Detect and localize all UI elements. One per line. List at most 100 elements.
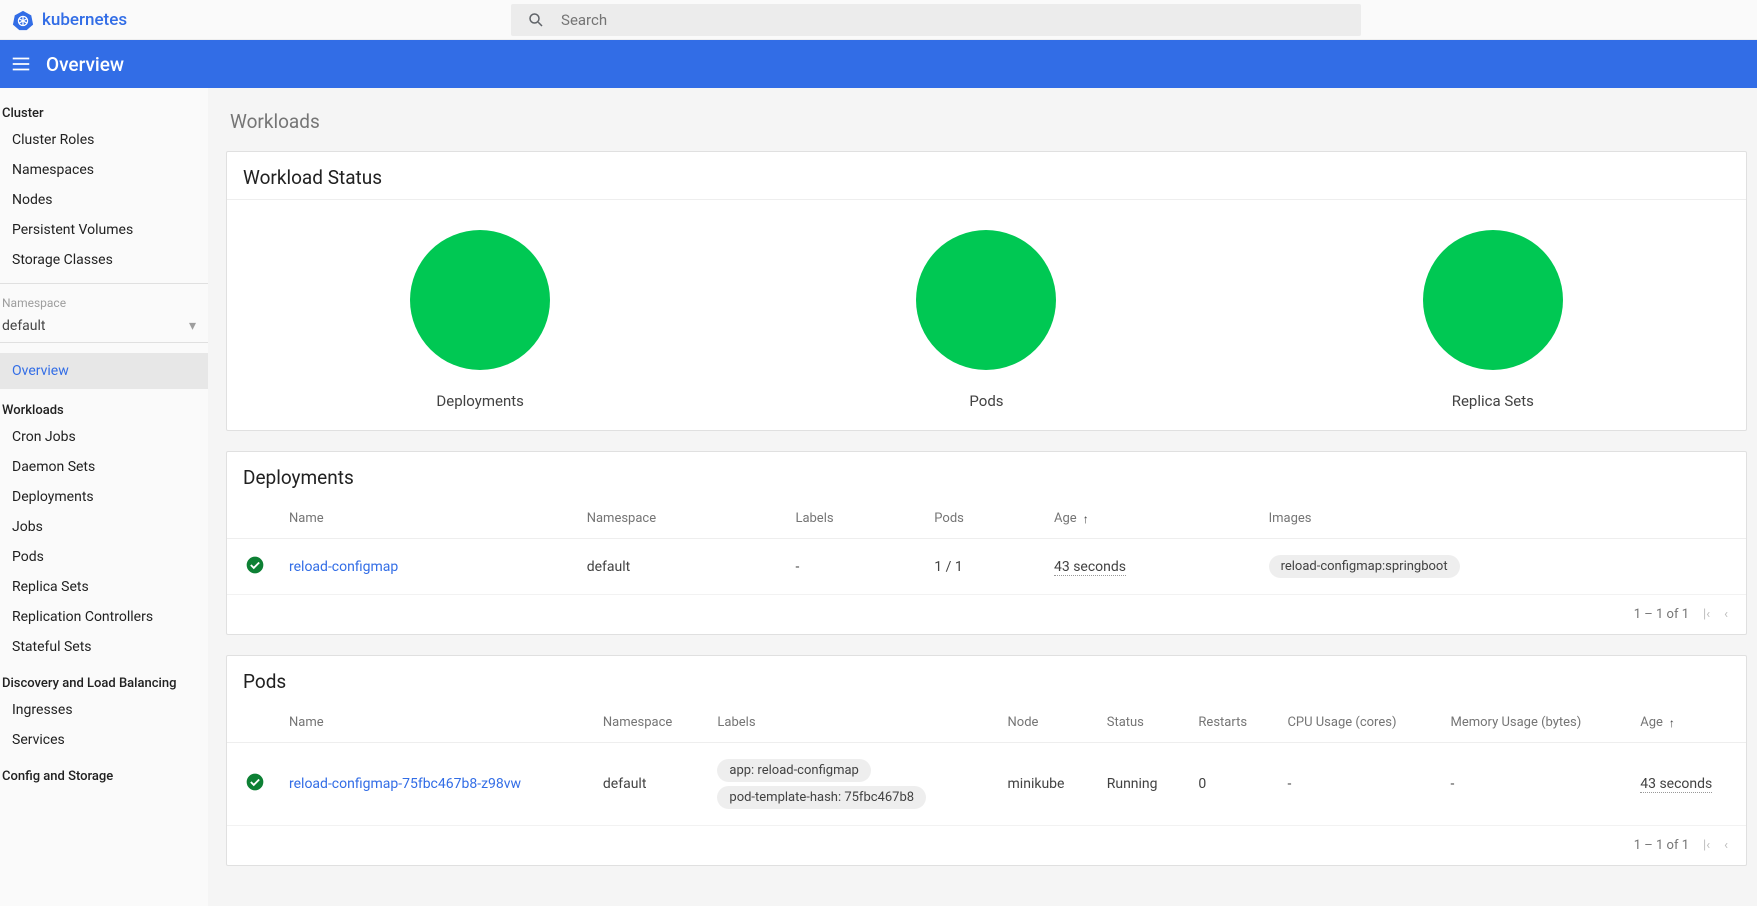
status-pods: Pods (916, 230, 1056, 410)
sidebar-item-namespaces[interactable]: Namespaces (0, 155, 208, 185)
status-replica-sets: Replica Sets (1423, 230, 1563, 410)
sidebar-item-daemon-sets[interactable]: Daemon Sets (0, 452, 208, 482)
pager-first-icon[interactable]: |‹ (1703, 607, 1710, 622)
pods-card: Pods Name Namespace Labels Node Status R… (226, 655, 1747, 866)
pod-node: minikube (996, 743, 1095, 826)
pod-col-cpu[interactable]: CPU Usage (cores) (1275, 703, 1438, 743)
sidebar-item-jobs[interactable]: Jobs (0, 512, 208, 542)
sidebar-item-replication-controllers[interactable]: Replication Controllers (0, 602, 208, 632)
sidebar: Cluster Cluster Roles Namespaces Nodes P… (0, 88, 208, 906)
pod-label-chip: app: reload-configmap (717, 759, 870, 782)
sb-heading-cluster: Cluster (0, 98, 208, 125)
sort-asc-icon: ↑ (1083, 512, 1089, 526)
dep-col-namespace[interactable]: Namespace (575, 499, 784, 539)
sidebar-item-overview[interactable]: Overview (0, 353, 208, 389)
pod-col-restarts[interactable]: Restarts (1186, 703, 1275, 743)
kubernetes-icon (12, 9, 34, 31)
pod-col-node[interactable]: Node (996, 703, 1095, 743)
deployments-table: Name Namespace Labels Pods Age↑ Images r… (227, 499, 1746, 595)
table-row: reload-configmap default - 1 / 1 43 seco… (227, 539, 1746, 595)
pod-labels: app: reload-configmap pod-template-hash:… (705, 743, 995, 826)
sidebar-item-persistent-volumes[interactable]: Persistent Volumes (0, 215, 208, 245)
chevron-down-icon: ▾ (189, 318, 196, 334)
workload-status-title: Workload Status (227, 152, 1746, 199)
sidebar-item-ingresses[interactable]: Ingresses (0, 695, 208, 725)
table-row: reload-configmap-75fbc467b8-z98vw defaul… (227, 743, 1746, 826)
menu-icon[interactable] (10, 53, 32, 75)
pager-prev-icon[interactable]: ‹ (1724, 838, 1728, 853)
sidebar-item-nodes[interactable]: Nodes (0, 185, 208, 215)
sb-heading-config-storage: Config and Storage (0, 755, 208, 788)
status-circle-replica-sets (1423, 230, 1563, 370)
deployments-pager: 1 – 1 of 1 |‹ ‹ (227, 595, 1746, 634)
search-box[interactable] (511, 4, 1361, 36)
pod-namespace: default (591, 743, 706, 826)
dep-namespace: default (575, 539, 784, 595)
pager-text: 1 – 1 of 1 (1634, 838, 1689, 853)
pager-prev-icon[interactable]: ‹ (1724, 607, 1728, 622)
dep-col-name[interactable]: Name (277, 499, 575, 539)
search-input[interactable] (561, 11, 1345, 29)
status-label-pods: Pods (969, 392, 1003, 410)
pod-col-mem[interactable]: Memory Usage (bytes) (1439, 703, 1629, 743)
pod-col-age[interactable]: Age↑ (1628, 703, 1746, 743)
sidebar-item-stateful-sets[interactable]: Stateful Sets (0, 632, 208, 662)
dep-col-age[interactable]: Age↑ (1042, 499, 1257, 539)
pod-status: Running (1095, 743, 1187, 826)
sb-namespace-label: Namespace (0, 290, 208, 312)
pod-col-name[interactable]: Name (277, 703, 591, 743)
sidebar-item-replica-sets[interactable]: Replica Sets (0, 572, 208, 602)
status-ok-icon (245, 772, 265, 792)
status-circle-pods (916, 230, 1056, 370)
pod-link[interactable]: reload-configmap-75fbc467b8-z98vw (289, 776, 521, 792)
pager-first-icon[interactable]: |‹ (1703, 838, 1710, 853)
pod-age: 43 seconds (1640, 776, 1712, 793)
pod-col-status[interactable]: Status (1095, 703, 1187, 743)
main: Workloads Workload Status Deployments Po… (208, 88, 1757, 906)
status-deployments: Deployments (410, 230, 550, 410)
page-title: Workloads (230, 110, 1747, 133)
sort-asc-icon: ↑ (1669, 716, 1675, 730)
deployments-card: Deployments Name Namespace Labels Pods A… (226, 451, 1747, 635)
pods-table: Name Namespace Labels Node Status Restar… (227, 703, 1746, 826)
sb-heading-dlb: Discovery and Load Balancing (0, 662, 208, 695)
logo-text: kubernetes (42, 10, 127, 30)
status-ok-icon (245, 555, 265, 575)
pod-cpu: - (1275, 743, 1438, 826)
pod-label-chip: pod-template-hash: 75fbc467b8 (717, 786, 926, 809)
breadcrumb-overview[interactable]: Overview (46, 53, 124, 76)
deployments-title: Deployments (227, 452, 1746, 499)
dep-labels: - (783, 539, 922, 595)
deployment-link[interactable]: reload-configmap (289, 559, 398, 575)
dep-col-images[interactable]: Images (1257, 499, 1746, 539)
sb-heading-workloads: Workloads (0, 389, 208, 422)
namespace-value: default (2, 318, 46, 334)
dep-col-pods[interactable]: Pods (922, 499, 1042, 539)
sidebar-item-pods[interactable]: Pods (0, 542, 208, 572)
namespace-selector[interactable]: default ▾ (0, 312, 208, 343)
logo[interactable]: kubernetes (12, 9, 127, 31)
pod-col-namespace[interactable]: Namespace (591, 703, 706, 743)
pod-restarts: 0 (1186, 743, 1275, 826)
sidebar-item-storage-classes[interactable]: Storage Classes (0, 245, 208, 275)
sidebar-item-cluster-roles[interactable]: Cluster Roles (0, 125, 208, 155)
sidebar-item-deployments[interactable]: Deployments (0, 482, 208, 512)
pods-pager: 1 – 1 of 1 |‹ ‹ (227, 826, 1746, 865)
dep-age: 43 seconds (1054, 559, 1126, 576)
pods-title: Pods (227, 656, 1746, 703)
sidebar-item-cron-jobs[interactable]: Cron Jobs (0, 422, 208, 452)
pod-mem: - (1439, 743, 1629, 826)
pod-col-labels[interactable]: Labels (705, 703, 995, 743)
dep-image-chip: reload-configmap:springboot (1269, 555, 1460, 578)
status-circle-deployments (410, 230, 550, 370)
dep-pods: 1 / 1 (922, 539, 1042, 595)
top-bar: kubernetes (0, 0, 1757, 40)
blue-bar: Overview (0, 40, 1757, 88)
dep-col-labels[interactable]: Labels (783, 499, 922, 539)
pager-text: 1 – 1 of 1 (1634, 607, 1689, 622)
sidebar-item-services[interactable]: Services (0, 725, 208, 755)
status-label-replica-sets: Replica Sets (1452, 392, 1534, 410)
workload-status-card: Workload Status Deployments Pods Replica… (226, 151, 1747, 431)
search-icon (527, 11, 545, 29)
status-label-deployments: Deployments (436, 392, 523, 410)
